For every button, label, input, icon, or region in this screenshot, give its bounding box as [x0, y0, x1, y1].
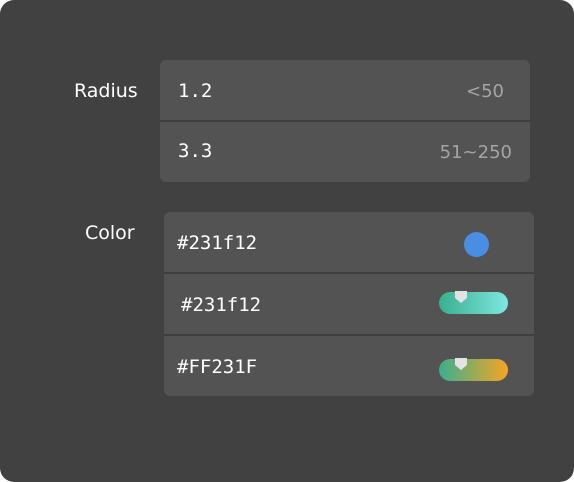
radius-group: 1.2 <50 3.3 51~250 [160, 60, 530, 182]
color-hex-field[interactable]: #231f12 [177, 232, 257, 254]
color-hex-field[interactable]: #FF231F [177, 356, 257, 378]
radius-range-hint: <50 [466, 81, 504, 102]
settings-panel: Radius 1.2 <50 3.3 51~250 Color #231f12 … [0, 0, 574, 482]
color-row[interactable]: #FF231F [164, 336, 534, 396]
color-group: #231f12 #231f12 #FF231F [164, 212, 534, 396]
color-row[interactable]: #231f12 [164, 274, 534, 334]
slider-thumb-icon[interactable] [455, 291, 467, 303]
color-hex-field[interactable]: #231f12 [181, 294, 261, 316]
gradient-slider[interactable] [439, 358, 508, 381]
radius-value-field[interactable]: 3.3 [178, 140, 212, 162]
radius-row[interactable]: 1.2 <50 [160, 60, 530, 120]
color-dot-icon[interactable] [464, 232, 489, 257]
slider-thumb-icon[interactable] [455, 358, 467, 370]
radius-row[interactable]: 3.3 51~250 [160, 122, 530, 182]
gradient-slider[interactable] [439, 291, 508, 314]
radius-value-field[interactable]: 1.2 [178, 80, 212, 102]
color-label: Color [85, 222, 135, 244]
radius-range-hint: 51~250 [439, 142, 512, 163]
radius-label: Radius [74, 80, 138, 102]
color-row[interactable]: #231f12 [164, 212, 534, 272]
